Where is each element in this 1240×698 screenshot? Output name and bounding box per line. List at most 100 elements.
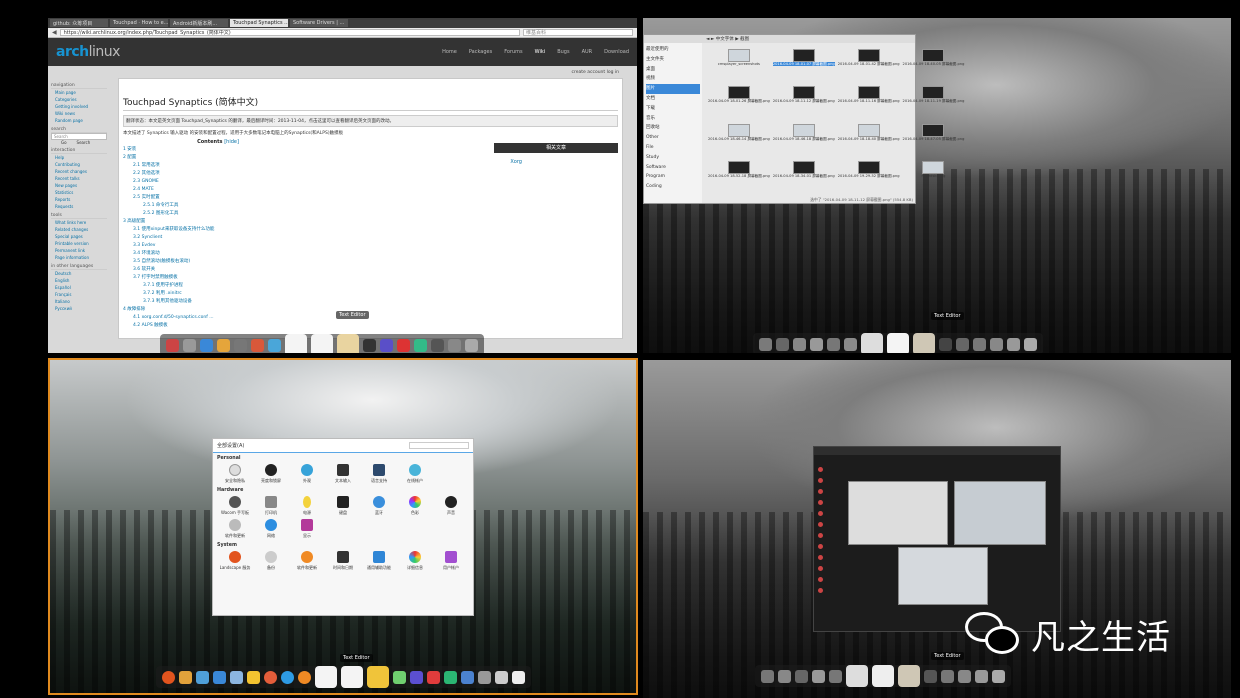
dock-app-icon[interactable] bbox=[941, 669, 954, 683]
dock-app-icon[interactable] bbox=[478, 670, 491, 684]
dock-app-icon[interactable] bbox=[281, 670, 294, 684]
file-item[interactable]: 2016-04-09 18-34-01 屏幕截图.png bbox=[773, 160, 835, 195]
sidebar-link[interactable]: Español bbox=[51, 284, 107, 291]
dock-app-icon[interactable] bbox=[1007, 337, 1020, 351]
workspace-settings-active[interactable]: 全部设置(A) Personal 安全和隐私 亮度和锁屏 外观 文本输入 语言支… bbox=[48, 358, 638, 695]
settings-item[interactable]: 详细信息 bbox=[397, 551, 433, 570]
all-settings-tab[interactable]: 全部设置(A) bbox=[217, 442, 244, 449]
toc-hide-link[interactable]: [hide] bbox=[224, 139, 239, 145]
dock-app-icon[interactable] bbox=[465, 338, 478, 352]
toc-item[interactable]: 3.7 打字时禁用触摸板 bbox=[123, 274, 313, 282]
toc-item[interactable]: 3.6 软开关 bbox=[123, 266, 313, 274]
window-thumbnail[interactable] bbox=[848, 481, 948, 545]
file-item[interactable]: 2016-04-09 19-29-52 屏幕截图.png bbox=[838, 160, 900, 195]
text-editor-icon[interactable] bbox=[311, 334, 333, 353]
search-button[interactable]: Search bbox=[77, 140, 91, 145]
dock-app-icon[interactable] bbox=[827, 337, 840, 351]
dock-app-icon[interactable] bbox=[363, 338, 376, 352]
sidebar-link[interactable]: Italiano bbox=[51, 298, 107, 305]
dock-app-icon[interactable] bbox=[812, 669, 825, 683]
nav-bugs[interactable]: Bugs bbox=[557, 49, 569, 55]
settings-item[interactable]: 亮度和锁屏 bbox=[253, 464, 289, 483]
user-tools[interactable]: create account log in bbox=[572, 70, 619, 75]
settings-item[interactable]: 蓝牙 bbox=[361, 496, 397, 515]
browser-tab[interactable]: Android新版本刷... bbox=[170, 19, 228, 27]
nav-forums[interactable]: Forums bbox=[504, 49, 522, 55]
settings-search-input[interactable] bbox=[409, 442, 469, 449]
sidebar-link[interactable]: Page information bbox=[51, 254, 107, 261]
sidebar-item[interactable]: 主文件夹 bbox=[646, 55, 700, 65]
file-item[interactable]: cmsplayer_screenshots bbox=[708, 49, 770, 83]
settings-item[interactable]: 文本输入 bbox=[325, 464, 361, 483]
sidebar-item[interactable]: Study bbox=[646, 153, 700, 163]
dock-app-icon[interactable] bbox=[761, 669, 774, 683]
sidebar-link[interactable]: Deutsch bbox=[51, 270, 107, 277]
settings-item[interactable]: 语言支持 bbox=[361, 464, 397, 483]
sidebar-item[interactable]: File bbox=[646, 143, 700, 153]
settings-item[interactable]: 电源 bbox=[289, 496, 325, 515]
dock-app-icon[interactable] bbox=[846, 665, 868, 687]
dock-app-icon[interactable] bbox=[264, 670, 277, 684]
dock-app-icon[interactable] bbox=[380, 338, 393, 352]
dock-app-icon[interactable] bbox=[778, 669, 791, 683]
settings-item[interactable]: 色彩 bbox=[397, 496, 433, 515]
sidebar-item[interactable]: Other bbox=[646, 133, 700, 143]
dock-app-icon[interactable] bbox=[200, 338, 213, 352]
sidebar-link[interactable]: Русский bbox=[51, 305, 107, 312]
dock-app-icon[interactable] bbox=[793, 337, 806, 351]
settings-item[interactable]: 软件和更新 bbox=[289, 551, 325, 570]
dock-app-icon[interactable] bbox=[958, 669, 971, 683]
toc-item[interactable]: 3.7.1 使用守护进程 bbox=[123, 282, 313, 290]
toc-item[interactable]: 1 安装 bbox=[123, 146, 313, 154]
sidebar-link[interactable]: Help bbox=[51, 154, 107, 161]
toc-item[interactable]: 4 故障排除 bbox=[123, 306, 313, 314]
text-editor-icon[interactable] bbox=[872, 665, 894, 687]
sidebar-link[interactable]: Statistics bbox=[51, 189, 107, 196]
file-item[interactable]: 2016-04-09 18-18-40 屏幕截图.png bbox=[838, 123, 900, 158]
toc-item[interactable]: 2.5 实时配置 bbox=[123, 194, 313, 202]
sidebar-link[interactable]: English bbox=[51, 277, 107, 284]
dock-app-icon[interactable] bbox=[337, 334, 359, 353]
dock-app-icon[interactable] bbox=[183, 338, 196, 352]
settings-item[interactable]: Landscape 服务 bbox=[217, 551, 253, 570]
settings-item[interactable]: 声音 bbox=[433, 496, 469, 515]
dock-app-icon[interactable] bbox=[213, 670, 226, 684]
toc-item[interactable]: 2.2 其他选项 bbox=[123, 170, 313, 178]
settings-item[interactable]: Wacom 手写板 bbox=[217, 496, 253, 515]
dock-app-icon[interactable] bbox=[973, 337, 986, 351]
file-item[interactable]: mikedsk4.jpg bbox=[903, 160, 965, 195]
toc-item[interactable]: 3.5 自然滚动(触摸板右滚动) bbox=[123, 258, 313, 266]
text-editor-icon[interactable] bbox=[341, 666, 363, 688]
nav-aur[interactable]: AUR bbox=[582, 49, 593, 55]
toc-item[interactable]: 3.4 环境滚动 bbox=[123, 250, 313, 258]
browser-tab[interactable]: github: 众筹项目 bbox=[50, 19, 108, 27]
dock-app-icon[interactable] bbox=[844, 337, 857, 351]
dock-app-icon[interactable] bbox=[956, 337, 969, 351]
nav-packages[interactable]: Packages bbox=[469, 49, 492, 55]
dock-app-icon[interactable] bbox=[448, 338, 461, 352]
sidebar-item[interactable]: 视频 bbox=[646, 74, 700, 84]
dock-app-icon[interactable] bbox=[992, 669, 1005, 683]
sidebar-link[interactable]: Requests bbox=[51, 203, 107, 210]
sidebar-item[interactable]: 下载 bbox=[646, 104, 700, 114]
dock-app-icon[interactable] bbox=[217, 338, 230, 352]
browser-tab[interactable]: Touchpad · How to e... bbox=[110, 19, 168, 27]
dock-app-icon[interactable] bbox=[975, 669, 988, 683]
toc-item[interactable]: 3.2 Synclient bbox=[123, 234, 313, 242]
sidebar-item[interactable]: 音乐 bbox=[646, 114, 700, 124]
text-editor-icon[interactable] bbox=[887, 333, 909, 353]
toc-item[interactable]: 2.1 常用选项 bbox=[123, 162, 313, 170]
dock-app-icon[interactable] bbox=[230, 670, 243, 684]
settings-item[interactable]: 用户帐户 bbox=[433, 551, 469, 570]
url-input[interactable]: https://wiki.archlinux.org/index.php/Tou… bbox=[59, 29, 520, 36]
workspace-file-manager[interactable]: ◄ ► 中文字体 ▶ 截图 最近使用的 主文件夹 桌面 视频 图片 文档 下载 … bbox=[643, 18, 1231, 353]
related-link-xorg[interactable]: Xorg bbox=[510, 159, 522, 165]
sidebar-item-selected[interactable]: 图片 bbox=[646, 84, 700, 94]
toc-item[interactable]: 3.1 使用xinput来获取设备支持什么功能 bbox=[123, 226, 313, 234]
sidebar-link[interactable]: Reports bbox=[51, 196, 107, 203]
settings-item[interactable]: 安全和隐私 bbox=[217, 464, 253, 483]
file-item[interactable]: 2016-04-09 18-47-05 屏幕截图.png bbox=[903, 123, 964, 158]
sidebar-link[interactable]: Categories bbox=[51, 96, 107, 103]
sidebar-link[interactable]: New pages bbox=[51, 182, 107, 189]
file-item[interactable]: 2016-04-09 18-46-14 屏幕截图.png bbox=[708, 123, 770, 158]
